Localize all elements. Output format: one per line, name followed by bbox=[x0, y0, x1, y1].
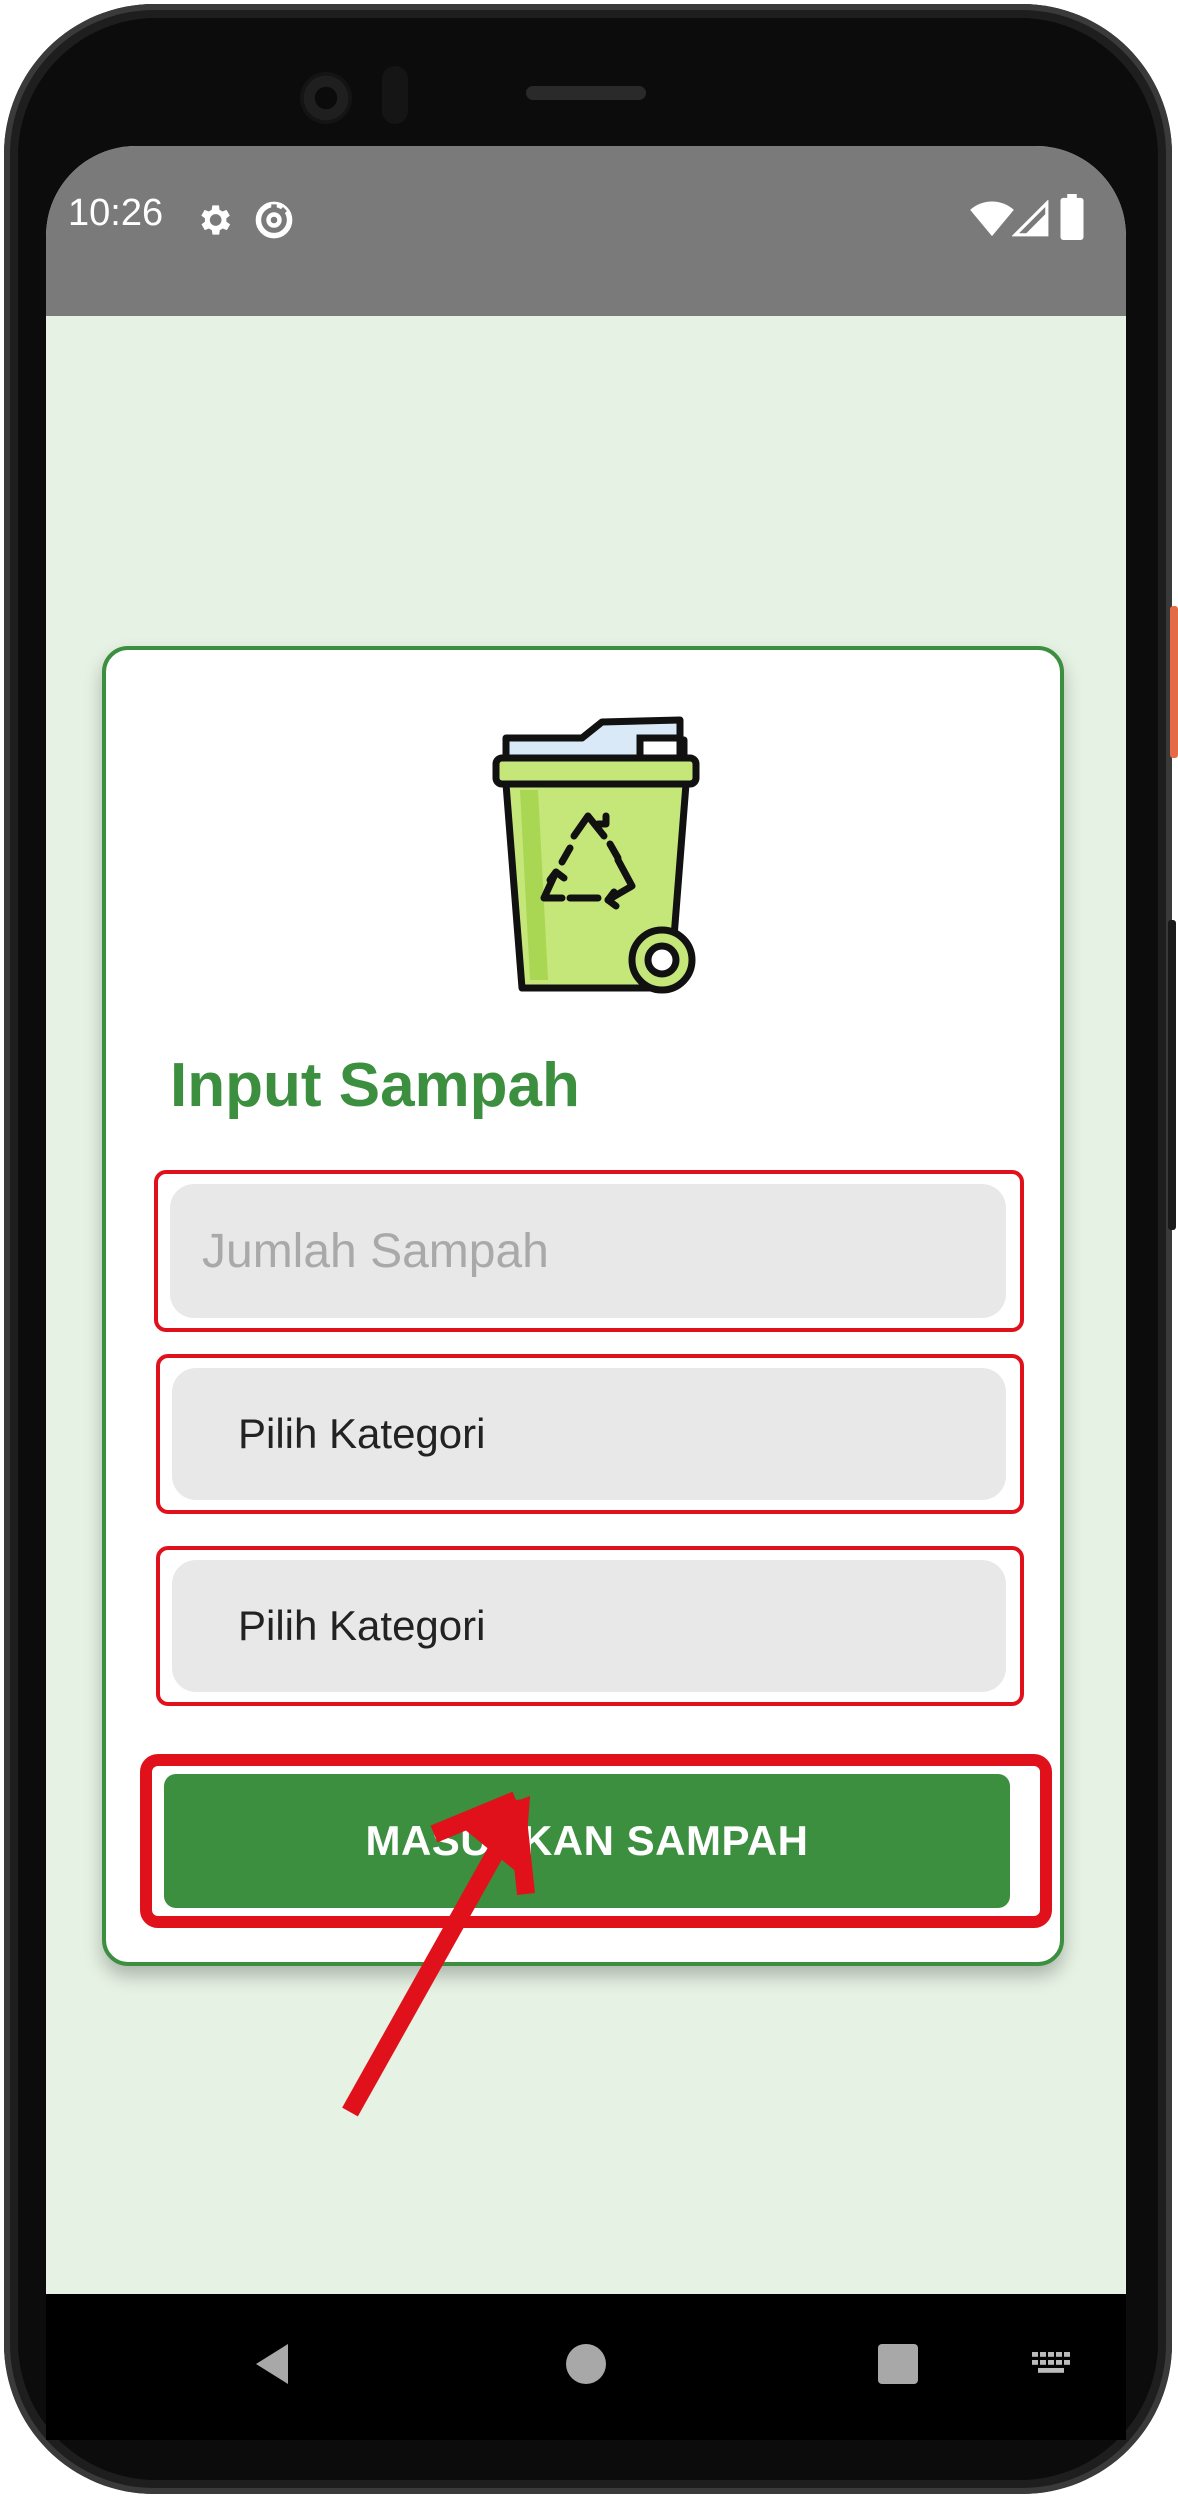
earpiece-speaker bbox=[526, 86, 646, 100]
category-select-1[interactable]: Pilih Kategori bbox=[172, 1368, 1006, 1500]
annotation-arrow-icon bbox=[342, 1791, 535, 2117]
app-content: Input Sampah Pilih Kategori Pilih Katego… bbox=[46, 316, 1126, 2294]
front-camera bbox=[300, 72, 352, 124]
navigation-bar bbox=[46, 2294, 1126, 2440]
gear-icon bbox=[201, 205, 231, 235]
category-select-2[interactable]: Pilih Kategori bbox=[172, 1560, 1006, 1692]
power-button bbox=[1170, 606, 1178, 758]
form-title: Input Sampah bbox=[170, 1051, 580, 1120]
home-icon[interactable] bbox=[564, 2342, 608, 2386]
keyboard-icon[interactable] bbox=[1032, 2352, 1072, 2378]
status-bar: 10:26 bbox=[46, 146, 1126, 316]
wifi-icon bbox=[970, 201, 1014, 237]
battery-icon bbox=[1060, 194, 1084, 240]
data-saver-icon bbox=[255, 201, 293, 239]
recents-icon[interactable] bbox=[878, 2344, 918, 2384]
recycle-bin-icon bbox=[492, 716, 700, 994]
category-select-1-value: Pilih Kategori bbox=[238, 1410, 486, 1457]
category-select-2-highlight: Pilih Kategori bbox=[156, 1546, 1024, 1706]
input-card: Input Sampah Pilih Kategori Pilih Katego… bbox=[102, 646, 1064, 1966]
category-select-1-highlight: Pilih Kategori bbox=[156, 1354, 1024, 1514]
submit-button[interactable]: MASUKKAN SAMPAH bbox=[164, 1774, 1010, 1908]
screen: 10:26 Input Sampah Jumlah Sampah Pilih K… bbox=[46, 146, 1126, 2294]
amount-field-container bbox=[170, 1184, 1006, 1318]
amount-input[interactable] bbox=[170, 1184, 1006, 1318]
category-select-2-value: Pilih Kategori bbox=[238, 1602, 486, 1649]
status-time: 10:26 bbox=[68, 192, 164, 234]
back-icon[interactable] bbox=[252, 2342, 292, 2386]
signal-icon bbox=[1012, 200, 1049, 237]
submit-button-highlight: MASUKKAN SAMPAH bbox=[140, 1754, 1052, 1928]
volume-button bbox=[1168, 920, 1176, 1230]
amount-field-highlight bbox=[154, 1170, 1024, 1332]
proximity-sensor bbox=[382, 66, 408, 124]
